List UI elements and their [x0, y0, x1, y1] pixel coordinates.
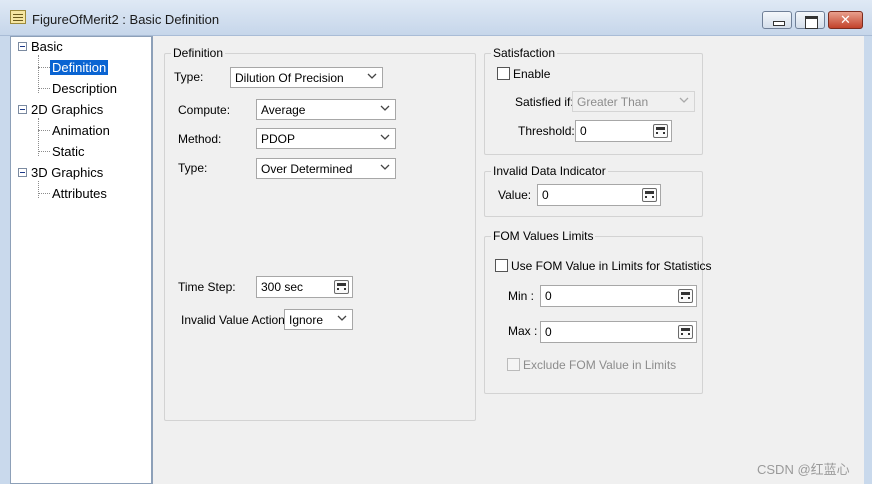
type-value: Dilution Of Precision: [235, 71, 344, 85]
tree-connector: [38, 67, 50, 68]
compute-value: Average: [261, 103, 306, 117]
calculator-icon[interactable]: [642, 188, 657, 202]
min-label: Min :: [508, 289, 535, 303]
exclude-fom-checkbox[interactable]: [507, 358, 520, 371]
max-label: Max :: [508, 324, 538, 338]
use-fom-label: Use FOM Value in Limits for Statistics: [511, 259, 712, 273]
satisfied-if-dropdown[interactable]: Greater Than: [572, 91, 695, 112]
chevron-down-icon: [380, 105, 390, 111]
max-value: 0: [545, 325, 552, 339]
type-dropdown[interactable]: Dilution Of Precision: [230, 67, 383, 88]
minimize-button[interactable]: [762, 11, 792, 29]
chevron-down-icon: [380, 164, 390, 170]
timestep-value: 300 sec: [261, 280, 304, 294]
type2-value: Over Determined: [261, 162, 353, 176]
max-field[interactable]: 0: [540, 321, 697, 343]
chevron-down-icon: [380, 134, 390, 140]
calculator-icon[interactable]: [334, 280, 349, 294]
calculator-icon[interactable]: [653, 124, 668, 138]
invalid-action-label: Invalid Value Action:: [181, 313, 289, 327]
timestep-field[interactable]: 300 sec: [256, 276, 353, 298]
threshold-value: 0: [580, 124, 587, 138]
fom-limits-group-title: FOM Values Limits: [491, 229, 596, 243]
tree-item-definition[interactable]: Definition: [50, 60, 109, 75]
invalid-action-dropdown[interactable]: Ignore: [284, 309, 353, 330]
satisfaction-group-title: Satisfaction: [491, 46, 558, 60]
window-border: [864, 36, 872, 484]
indicator-value-field[interactable]: 0: [537, 184, 661, 206]
min-value: 0: [545, 289, 552, 303]
satisfied-if-label: Satisfied if:: [515, 95, 574, 109]
tree-item-attributes[interactable]: Attributes: [52, 186, 107, 201]
collapse-icon[interactable]: [18, 105, 27, 114]
compute-dropdown[interactable]: Average: [256, 99, 396, 120]
window-title: FigureOfMerit2 : Basic Definition: [32, 12, 220, 27]
watermark: CSDN @红蓝心: [757, 462, 850, 477]
timestep-label: Time Step:: [178, 280, 236, 294]
enable-checkbox[interactable]: [497, 67, 510, 80]
calculator-icon[interactable]: [678, 289, 693, 303]
compute-label: Compute:: [178, 103, 231, 117]
maximize-button[interactable]: [795, 11, 825, 29]
tree-item-description[interactable]: Description: [52, 81, 117, 96]
calculator-icon[interactable]: [678, 325, 693, 339]
collapse-icon[interactable]: [18, 168, 27, 177]
tree-connector: [38, 181, 39, 198]
type-label: Type:: [174, 70, 204, 84]
min-field[interactable]: 0: [540, 285, 697, 307]
close-button[interactable]: [828, 11, 863, 29]
app-icon: [10, 10, 26, 24]
definition-group-title: Definition: [171, 46, 226, 60]
tree-connector: [38, 88, 50, 89]
threshold-field[interactable]: 0: [575, 120, 672, 142]
tree-item-animation[interactable]: Animation: [52, 123, 110, 138]
invalid-action-value: Ignore: [289, 313, 324, 327]
title-bar[interactable]: FigureOfMerit2 : Basic Definition: [0, 0, 872, 36]
threshold-label: Threshold:: [518, 124, 575, 138]
satisfied-if-value: Greater Than: [577, 95, 649, 109]
use-fom-checkbox[interactable]: [495, 259, 508, 272]
tree-connector: [38, 130, 50, 131]
invalid-indicator-group-title: Invalid Data Indicator: [491, 164, 608, 178]
tree-item-3d-graphics[interactable]: 3D Graphics: [31, 165, 103, 180]
method-value: PDOP: [261, 132, 296, 146]
exclude-fom-label: Exclude FOM Value in Limits: [523, 358, 677, 372]
collapse-icon[interactable]: [18, 42, 27, 51]
tree-item-basic[interactable]: Basic: [31, 39, 63, 54]
enable-label: Enable: [513, 67, 551, 81]
tree-connector: [38, 151, 50, 152]
tree-connector: [38, 193, 50, 194]
property-tree: Basic Definition Description 2D Graphics…: [10, 36, 152, 484]
tree-item-static[interactable]: Static: [52, 144, 85, 159]
indicator-value: 0: [542, 188, 549, 202]
tree-item-2d-graphics[interactable]: 2D Graphics: [31, 102, 103, 117]
method-label: Method:: [178, 132, 222, 146]
indicator-value-label: Value:: [498, 188, 532, 202]
type2-label: Type:: [178, 161, 208, 175]
chevron-down-icon: [367, 73, 377, 79]
type2-dropdown[interactable]: Over Determined: [256, 158, 396, 179]
method-dropdown[interactable]: PDOP: [256, 128, 396, 149]
chevron-down-icon: [679, 97, 689, 103]
chevron-down-icon: [337, 315, 347, 321]
